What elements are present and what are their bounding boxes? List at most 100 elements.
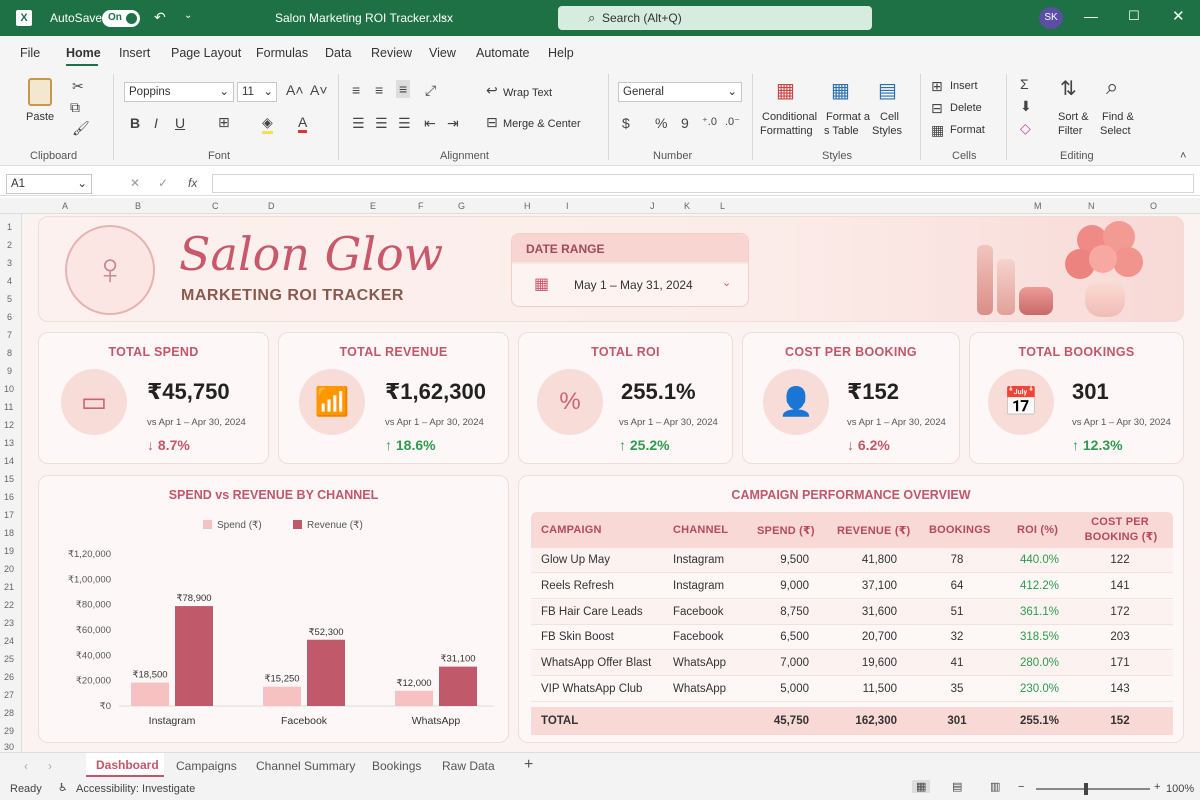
cell-styles-button[interactable]: Cell — [880, 111, 899, 123]
column-header[interactable]: B — [135, 201, 141, 211]
zoom-in-icon[interactable]: + — [1154, 781, 1160, 793]
autosum-icon[interactable]: Σ — [1020, 76, 1029, 92]
sheet-tab-raw-data[interactable]: Raw Data — [442, 759, 495, 773]
format-as-table-icon[interactable]: ▦ — [831, 78, 850, 103]
percent-style-icon[interactable]: % — [655, 115, 667, 131]
align-left-icon[interactable]: ☰ — [352, 115, 365, 132]
wrap-text-icon[interactable]: ↩ — [486, 82, 498, 99]
row-header[interactable]: 4 — [7, 276, 12, 286]
sheet-tab-campaigns[interactable]: Campaigns — [176, 759, 237, 773]
clear-icon[interactable]: ◇ — [1020, 120, 1031, 137]
row-header[interactable]: 26 — [4, 672, 14, 682]
tab-home[interactable]: Home — [66, 46, 101, 60]
orientation-icon[interactable]: ⤢ — [425, 82, 436, 99]
align-top-icon[interactable]: ≡ — [352, 82, 360, 98]
row-header[interactable]: 29 — [4, 726, 14, 736]
tab-insert[interactable]: Insert — [119, 46, 150, 60]
currency-icon[interactable]: $ — [622, 115, 630, 131]
row-header[interactable]: 7 — [7, 330, 12, 340]
tab-view[interactable]: View — [429, 46, 456, 60]
sheet-tab-dashboard[interactable]: Dashboard — [86, 753, 164, 777]
column-header[interactable]: J — [650, 201, 655, 211]
undo-icon[interactable]: ↶ — [154, 9, 166, 26]
date-range-select[interactable]: ▦ May 1 – May 31, 2024 ⌄ — [512, 264, 748, 306]
tab-file[interactable]: File — [20, 46, 40, 60]
cell-styles-icon[interactable]: ▤ — [878, 78, 897, 103]
row-header[interactable]: 28 — [4, 708, 14, 718]
row-header[interactable]: 20 — [4, 564, 14, 574]
row-header[interactable]: 30 — [4, 742, 14, 752]
merge-center-button[interactable]: Merge & Center — [503, 118, 581, 130]
insert-cells-button[interactable]: Insert — [950, 80, 978, 92]
row-header[interactable]: 15 — [4, 474, 14, 484]
collapse-ribbon-icon[interactable]: ˄ — [1180, 150, 1186, 162]
insert-cells-icon[interactable]: ⊞ — [931, 78, 943, 95]
accessibility-icon[interactable]: ♿ — [58, 781, 68, 794]
find-select-button[interactable]: Find & — [1102, 111, 1134, 123]
copy-icon[interactable]: ⧉ — [70, 99, 80, 116]
increase-font-icon[interactable]: A˄ — [286, 82, 304, 98]
search-box[interactable]: ⌕ Search (Alt+Q) — [558, 6, 872, 30]
row-header[interactable]: 5 — [7, 294, 12, 304]
tab-page-layout[interactable]: Page Layout — [171, 46, 241, 60]
row-header[interactable]: 10 — [4, 384, 14, 394]
conditional-formatting-button[interactable]: Conditional — [762, 111, 817, 123]
increase-decimal-icon[interactable]: ⁺.0 — [702, 115, 717, 128]
zoom-slider-handle[interactable] — [1084, 783, 1088, 795]
decrease-font-icon[interactable]: A˅ — [310, 82, 328, 98]
tab-review[interactable]: Review — [371, 46, 412, 60]
underline-icon[interactable]: U — [175, 115, 185, 131]
add-sheet-button[interactable]: + — [524, 756, 533, 774]
row-header[interactable]: 9 — [7, 366, 12, 376]
column-header[interactable]: L — [720, 201, 725, 211]
row-header[interactable]: 6 — [7, 312, 12, 322]
align-center-icon[interactable]: ☰ — [375, 115, 388, 132]
page-break-view-icon[interactable]: ▥ — [990, 780, 1000, 793]
column-header[interactable]: D — [268, 201, 275, 211]
customize-quick-access-icon[interactable]: ⌄ — [184, 10, 192, 21]
row-header[interactable]: 17 — [4, 510, 14, 520]
insert-function-icon[interactable]: fx — [188, 176, 197, 190]
bold-icon[interactable]: B — [130, 115, 140, 131]
column-header[interactable]: I — [566, 201, 569, 211]
normal-view-icon[interactable]: ▦ — [912, 780, 931, 793]
align-middle-icon[interactable]: ≡ — [375, 82, 383, 98]
tab-help[interactable]: Help — [548, 46, 574, 60]
decrease-indent-icon[interactable]: ⇤ — [424, 115, 436, 132]
font-name-select[interactable]: Poppins ⌄ — [124, 82, 234, 102]
fill-icon[interactable]: ⬇ — [1020, 98, 1032, 115]
tab-formulas[interactable]: Formulas — [256, 46, 308, 60]
format-cells-button[interactable]: Format — [950, 124, 985, 136]
format-as-table-button[interactable]: Format a — [826, 111, 870, 123]
conditional-formatting-icon[interactable]: ▦ — [776, 78, 795, 103]
formula-input[interactable] — [212, 174, 1194, 193]
sort-filter-icon[interactable]: ⇅ — [1060, 76, 1077, 101]
accessibility-status[interactable]: Accessibility: Investigate — [76, 783, 195, 795]
scroll-tabs-right-icon[interactable]: › — [48, 759, 52, 773]
merge-center-icon[interactable]: ⊟ — [486, 114, 498, 131]
column-header[interactable]: K — [684, 201, 690, 211]
row-header[interactable]: 2 — [7, 240, 12, 250]
column-header[interactable]: F — [418, 201, 424, 211]
cut-icon[interactable]: ✂ — [72, 78, 84, 95]
italic-icon[interactable]: I — [154, 115, 158, 131]
zoom-out-icon[interactable]: − — [1018, 781, 1024, 793]
row-header[interactable]: 18 — [4, 528, 14, 538]
delete-cells-button[interactable]: Delete — [950, 102, 982, 114]
minimize-icon[interactable]: — — [1084, 8, 1098, 24]
row-header[interactable]: 27 — [4, 690, 14, 700]
column-header[interactable]: M — [1034, 201, 1042, 211]
column-header[interactable]: G — [458, 201, 465, 211]
paste-icon[interactable] — [28, 78, 52, 106]
maximize-icon[interactable]: ☐ — [1128, 8, 1140, 24]
row-header[interactable]: 11 — [4, 402, 13, 412]
row-header[interactable]: 23 — [4, 618, 14, 628]
column-header[interactable]: A — [62, 201, 68, 211]
row-header[interactable]: 12 — [4, 420, 14, 430]
find-select-icon[interactable]: ⌕ — [1106, 74, 1118, 100]
format-cells-icon[interactable]: ▦ — [931, 122, 944, 139]
name-box[interactable]: A1 ⌄ — [6, 174, 92, 194]
wrap-text-button[interactable]: Wrap Text — [503, 87, 552, 99]
tab-automate[interactable]: Automate — [476, 46, 530, 60]
comma-style-icon[interactable]: 9 — [681, 115, 689, 131]
